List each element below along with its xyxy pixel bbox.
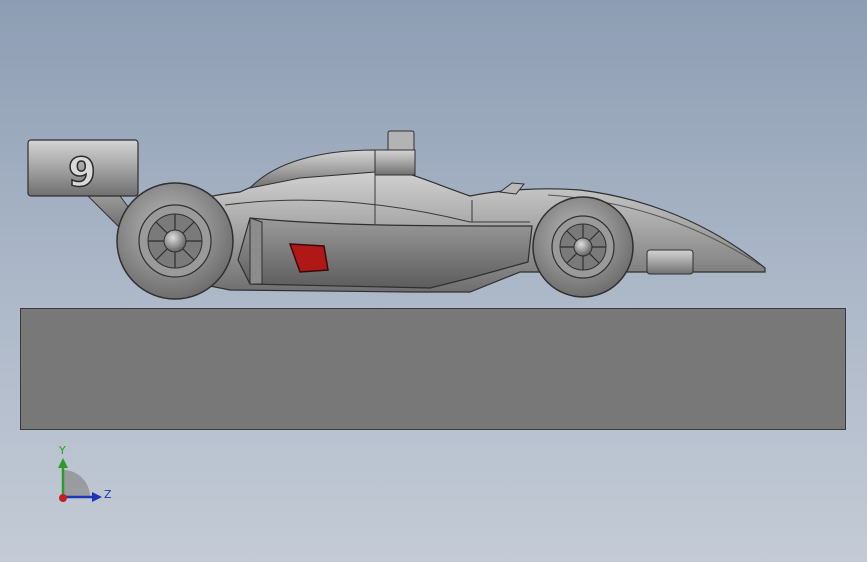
- z-axis-label: Z: [104, 488, 112, 501]
- front-wing-endplate: [646, 249, 694, 275]
- sidepod-fin: [249, 217, 263, 285]
- front-hub: [573, 237, 593, 257]
- rear-hub: [163, 229, 187, 253]
- rear-wheel: [116, 182, 234, 300]
- triad-quadrant: [63, 470, 90, 497]
- airbox: [387, 130, 415, 152]
- z-axis-arrowhead: [92, 492, 102, 502]
- front-wheel: [532, 196, 634, 298]
- y-axis-label: Y: [58, 444, 66, 457]
- y-axis-arrowhead: [58, 458, 68, 468]
- x-axis-dot: [59, 494, 67, 502]
- race-car-model[interactable]: 9: [0, 0, 867, 562]
- graphics-viewport[interactable]: 9 Y Z: [0, 0, 867, 562]
- engine-cover: [374, 149, 416, 176]
- reference-triad[interactable]: Y Z: [50, 440, 120, 510]
- car-number-label: 9: [68, 150, 96, 196]
